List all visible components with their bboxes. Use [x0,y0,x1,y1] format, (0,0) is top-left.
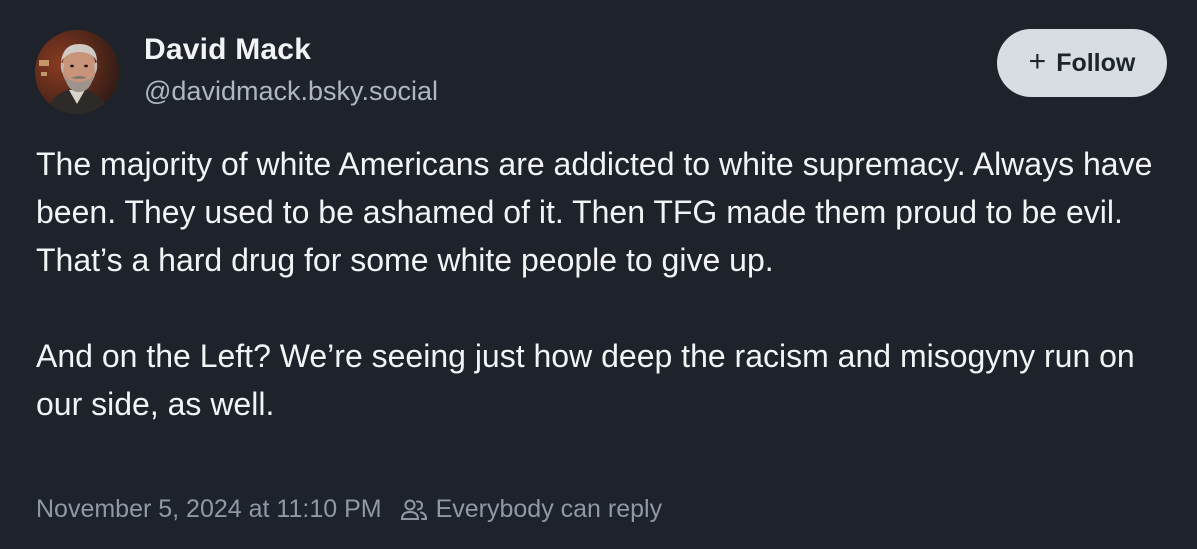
reply-setting[interactable]: Everybody can reply [400,495,663,524]
post-card: David Mack @davidmack.bsky.social + Foll… [0,0,1197,549]
post-text: The majority of white Americans are addi… [36,140,1156,428]
avatar[interactable] [35,30,119,114]
plus-icon: + [1028,44,1047,78]
post-paragraph: And on the Left? We’re seeing just how d… [36,338,1135,422]
author-handle[interactable]: @davidmack.bsky.social [144,76,438,107]
author-display-name[interactable]: David Mack [144,33,311,67]
post-meta: November 5, 2024 at 11:10 PM Everybody c… [36,495,662,524]
people-icon [400,498,428,522]
follow-button[interactable]: + Follow [997,29,1167,97]
post-paragraph: The majority of white Americans are addi… [36,146,1153,278]
post-timestamp[interactable]: November 5, 2024 at 11:10 PM [36,495,382,524]
avatar-image [35,30,119,114]
follow-button-label: Follow [1056,48,1136,77]
reply-setting-label: Everybody can reply [435,495,663,523]
